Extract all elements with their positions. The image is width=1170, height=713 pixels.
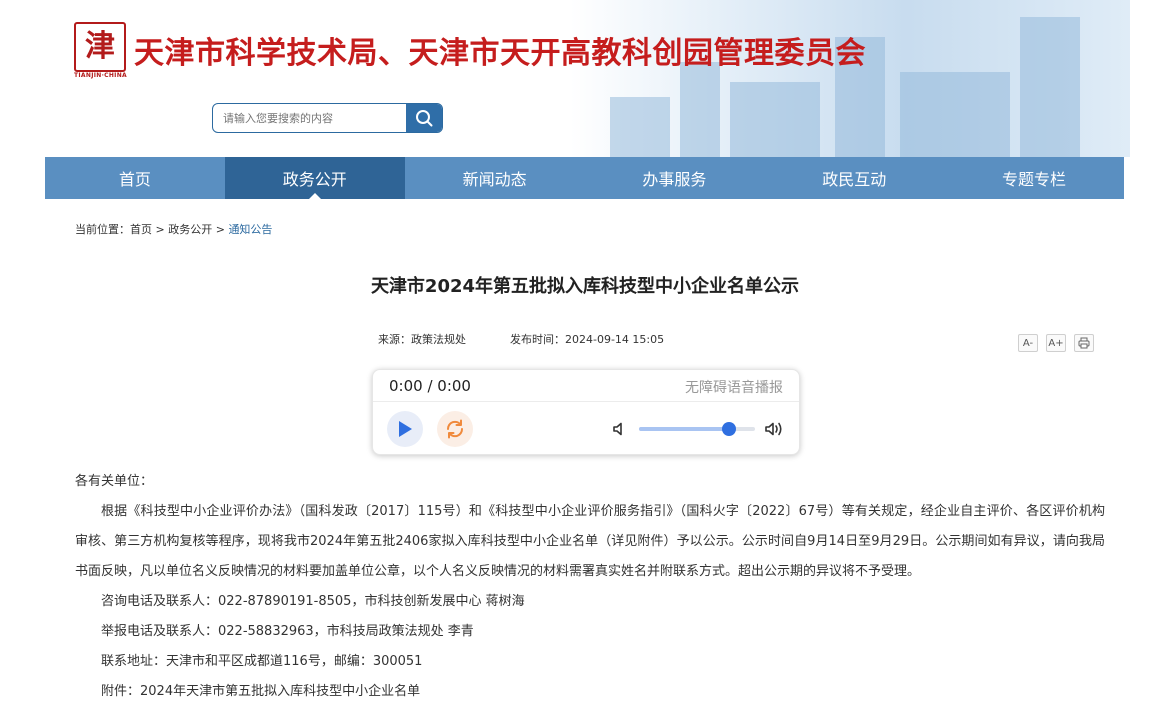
player-header: 0:00 / 0:00 无障碍语音播报 [373,370,799,402]
article-meta: 来源：政策法规处 发布时间：2024-09-14 15:05 [378,331,664,347]
consult-contact: 咨询电话及联系人：022-87890191-8505，市科技创新发展中心 蒋树海 [101,594,525,609]
search-button[interactable] [406,104,442,132]
nav-label: 办事服务 [642,170,707,189]
player-time: 0:00 / 0:00 [389,377,471,395]
breadcrumb-item-home[interactable]: 首页 [130,221,152,237]
search-icon [416,110,433,127]
volume-slider-fill [639,427,730,431]
search-box [212,103,443,133]
nav-label: 专题专栏 [1002,170,1067,189]
play-icon [399,421,412,437]
contact-address: 联系地址：天津市和平区成都道116号，邮编：300051 [101,654,423,669]
report-contact: 举报电话及联系人：022-58832963，市科技局政策法规处 李青 [101,624,474,639]
loop-button[interactable] [437,411,473,447]
nav-label: 政民互动 [822,170,887,189]
header-background-art [570,0,1130,157]
main-paragraph: 根据《科技型中小企业评价办法》（国科发政〔2017〕115号）和《科技型中小企业… [75,504,1105,579]
site-logo[interactable]: 津 [74,22,126,72]
nav-label: 政务公开 [282,170,347,189]
nav-item-news[interactable]: 新闻动态 [405,157,585,199]
article-body: 各有关单位： 根据《科技型中小企业评价办法》（国科发政〔2017〕115号）和《… [75,467,1105,707]
article-tools: A- A+ [1018,334,1094,352]
search-input[interactable] [213,104,407,132]
logo-glyph: 津 [85,29,115,64]
main-nav: 首页 政务公开 新闻动态 办事服务 政民互动 专题专栏 [45,157,1124,199]
nav-item-interaction[interactable]: 政民互动 [764,157,944,199]
font-increase-button[interactable]: A+ [1046,334,1066,352]
breadcrumb: 当前位置：首页 > 政务公开 > 通知公告 [75,221,272,237]
article-published-time: 发布时间：2024-09-14 15:05 [510,333,665,346]
volume-slider[interactable] [639,422,755,436]
loop-icon [446,419,464,439]
nav-item-services[interactable]: 办事服务 [584,157,764,199]
article-source: 来源：政策法规处 [378,333,466,346]
article-title: 天津市2024年第五批拟入库科技型中小企业名单公示 [370,276,800,297]
volume-slider-thumb[interactable] [722,422,737,436]
accessibility-audio-player: 0:00 / 0:00 无障碍语音播报 [372,369,800,455]
logo-subtitle: TIANJIN·CHINA [74,72,127,79]
site-header: 津 TIANJIN·CHINA 天津市科学技术局、天津市天开高教科创园管理委员会 [0,0,1170,157]
font-decrease-button[interactable]: A- [1018,334,1038,352]
breadcrumb-separator: > [152,223,169,236]
nav-item-government-affairs[interactable]: 政务公开 [224,157,405,199]
attachment-link[interactable]: 附件：2024年天津市第五批拟入库科技型中小企业名单 [75,677,1105,707]
nav-label: 首页 [118,170,151,189]
player-label: 无障碍语音播报 [685,380,783,396]
nav-item-special-topics[interactable]: 专题专栏 [944,157,1124,199]
greeting: 各有关单位： [75,474,154,489]
play-button[interactable] [387,411,423,447]
breadcrumb-prefix: 当前位置： [75,223,130,236]
nav-item-home[interactable]: 首页 [45,157,225,199]
breadcrumb-item-notices[interactable]: 通知公告 [228,221,272,237]
volume-high-icon[interactable] [763,420,785,438]
print-icon [1078,337,1090,349]
site-title: 天津市科学技术局、天津市天开高教科创园管理委员会 [134,36,866,71]
breadcrumb-separator: > [212,223,229,236]
print-button[interactable] [1074,334,1094,352]
volume-low-icon[interactable] [611,420,629,438]
breadcrumb-item-government-affairs[interactable]: 政务公开 [168,221,212,237]
nav-label: 新闻动态 [462,170,527,189]
